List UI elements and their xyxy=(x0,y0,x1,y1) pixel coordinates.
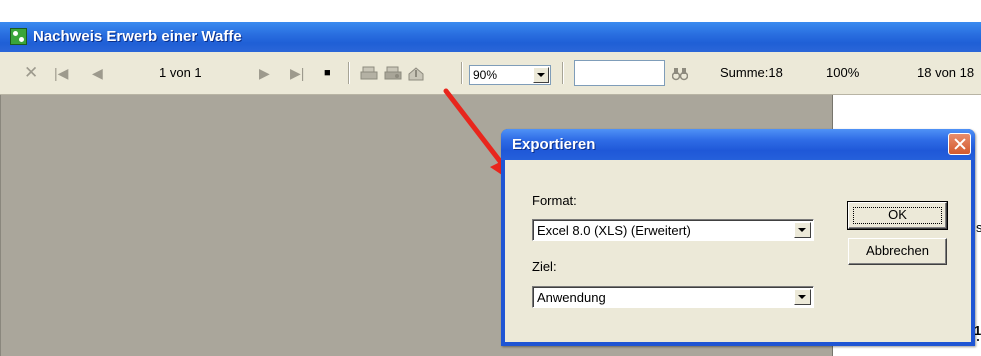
toolbar-separator xyxy=(562,62,564,84)
format-select[interactable]: Excel 8.0 (XLS) (Erweitert) xyxy=(532,219,814,241)
zoom-select[interactable]: 90% xyxy=(469,65,551,85)
page-text-fragment: s xyxy=(976,220,981,235)
page-text-fragment: 1 xyxy=(974,323,981,338)
search-input[interactable] xyxy=(574,60,665,86)
format-label: Format: xyxy=(532,193,577,208)
close-icon[interactable] xyxy=(948,133,971,155)
record-count-label: 18 von 18 xyxy=(917,65,975,80)
cancel-button[interactable]: Abbrechen xyxy=(848,238,947,265)
stop-icon[interactable]: ■ xyxy=(324,52,331,94)
summe-label: Summe:18 xyxy=(720,65,783,80)
zoom-value: 90% xyxy=(473,68,498,82)
dialog-body: Format: Excel 8.0 (XLS) (Erweitert) Ziel… xyxy=(505,160,971,342)
chevron-down-icon[interactable] xyxy=(533,67,549,83)
ziel-select[interactable]: Anwendung xyxy=(532,286,814,308)
cancel-label: Abbrechen xyxy=(866,243,929,258)
export-icon[interactable] xyxy=(407,52,425,94)
prev-page-icon[interactable]: ◀ xyxy=(92,52,103,94)
window-titlebar: Nachweis Erwerb einer Waffe xyxy=(0,22,981,52)
app-icon xyxy=(10,28,27,45)
ok-button[interactable]: OK xyxy=(847,201,948,230)
toolbar-separator xyxy=(348,62,350,84)
ziel-value: Anwendung xyxy=(537,290,606,305)
percent-label: 100% xyxy=(826,65,860,80)
toolbar-separator xyxy=(461,62,463,84)
ziel-label: Ziel: xyxy=(532,259,557,274)
chevron-down-icon[interactable] xyxy=(794,289,811,305)
window-title: Nachweis Erwerb einer Waffe xyxy=(33,28,242,45)
page-indicator: 1 von 1 xyxy=(159,65,202,80)
dialog-title: Exportieren xyxy=(512,136,596,153)
export-dialog: Exportieren Format: Excel 8.0 (XLS) (Erw… xyxy=(501,129,975,346)
last-page-icon[interactable]: ▶| xyxy=(290,52,304,94)
next-page-icon[interactable]: ▶ xyxy=(259,52,270,94)
print-setup-icon[interactable] xyxy=(384,52,402,94)
format-value: Excel 8.0 (XLS) (Erweitert) xyxy=(537,223,691,238)
print-icon[interactable] xyxy=(360,52,378,94)
dialog-titlebar: Exportieren xyxy=(501,129,975,160)
close-report-icon[interactable]: ✕ xyxy=(24,52,38,94)
chevron-down-icon[interactable] xyxy=(794,222,811,238)
binoculars-icon[interactable] xyxy=(671,52,689,94)
first-page-icon[interactable]: |◀ xyxy=(54,52,68,94)
ok-label: OK xyxy=(888,207,907,222)
